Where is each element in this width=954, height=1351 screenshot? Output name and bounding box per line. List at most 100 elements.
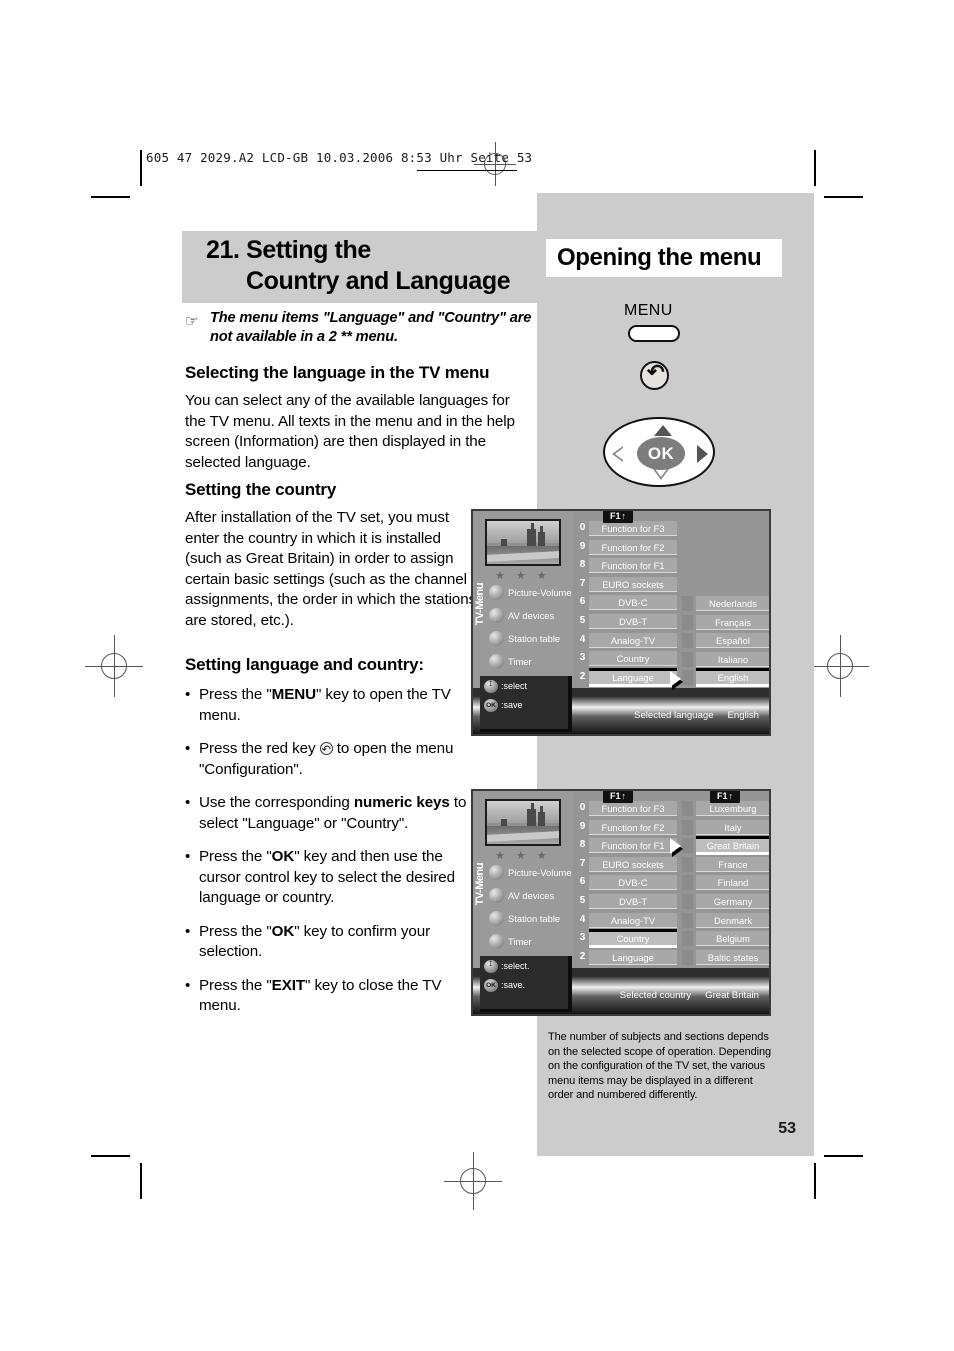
menu-row-number: 5 xyxy=(579,894,586,906)
row-tick-box xyxy=(682,670,693,686)
menu-row[interactable]: 9 Function for F2 xyxy=(577,539,677,558)
paragraph-country: After installation of the TV set, you mu… xyxy=(185,509,477,629)
menu-row-number: 9 xyxy=(579,820,586,832)
step-text-pre: Press the " xyxy=(199,922,272,940)
ok-button[interactable]: OK xyxy=(637,437,685,470)
menu-row[interactable]: 2 Language xyxy=(577,949,677,968)
menu-row[interactable]: 5 DVB-T xyxy=(577,893,677,912)
row-tick-box xyxy=(682,651,693,667)
step-list: Press the "MENU" key to open the TV menu… xyxy=(185,685,471,1030)
menu-row[interactable]: 7 EURO sockets xyxy=(577,856,677,875)
heading-selecting-language: Selecting the language in the TV menu xyxy=(185,363,490,382)
menu-row-selected-country[interactable]: 3 Country xyxy=(577,929,677,949)
menu-row[interactable]: 8 Function for F1 xyxy=(577,838,677,856)
menu-row-label: Analog-TV xyxy=(589,632,677,648)
menu-row[interactable]: Denmark xyxy=(682,912,769,931)
tv-menu-screenshot-country: F1 F1 ★ ★ ★ TV-Menu Picture-Volume A xyxy=(471,789,771,1016)
print-file-header: 605 47 2029.A2 LCD-GB 10.03.2006 8:53 Uh… xyxy=(146,150,533,165)
ok-key-icon: OK xyxy=(484,699,498,712)
tv-menu-middle-column: 0 Function for F3 9 Function for F2 8 Funct… xyxy=(577,801,677,987)
status-value: Great Britain xyxy=(705,990,759,1001)
menu-row-label: Language xyxy=(589,667,677,687)
menu-row[interactable]: Italy xyxy=(682,819,769,838)
menu-row[interactable]: 5 DVB-T xyxy=(577,613,677,632)
sidebar-item-timer[interactable]: Timer xyxy=(489,933,571,950)
menu-row-selected-great-britain[interactable]: Great Britain xyxy=(682,836,769,856)
selection-arrow-icon xyxy=(670,838,681,854)
menu-button[interactable] xyxy=(628,325,680,342)
menu-row[interactable]: Germany xyxy=(682,893,769,912)
tv-menu-screenshot-language: F1 ★ ★ ★ TV-Menu Picture-Volume AV devic xyxy=(471,509,771,736)
quality-stars: ★ ★ ★ xyxy=(495,570,551,582)
menu-row[interactable]: 0 Function for F3 xyxy=(577,801,677,819)
menu-row[interactable]: France xyxy=(682,856,769,875)
footnote: The number of subjects and sections depe… xyxy=(548,1031,771,1102)
row-tick-box xyxy=(682,949,693,965)
sidebar-item-station-table[interactable]: Station table xyxy=(489,630,571,647)
menu-row-selected-language[interactable]: 2 Language xyxy=(577,667,677,688)
menu-row-label: Country xyxy=(589,651,677,667)
sidebar-item-station-table[interactable]: Station table xyxy=(489,910,571,927)
menu-row[interactable]: Belgium xyxy=(682,931,769,949)
menu-row[interactable]: 4 Analog-TV xyxy=(577,912,677,931)
menu-row[interactable]: Luxemburg xyxy=(682,801,769,819)
menu-row[interactable]: Italiano xyxy=(682,651,769,670)
menu-row-label: Function for F2 xyxy=(589,539,677,555)
row-tick-box xyxy=(682,633,693,649)
red-back-key-icon[interactable] xyxy=(640,360,669,390)
sidebar-item-av-devices[interactable]: AV devices xyxy=(489,887,571,904)
sidebar-item-picture-volume[interactable]: Picture-Volume xyxy=(489,864,572,881)
cursor-control-pad[interactable]: OK xyxy=(603,417,715,487)
tv-menu-middle-column: 0 Function for F3 9 Function for F2 8 Funct… xyxy=(577,521,677,707)
hint-label: :save. xyxy=(501,980,526,990)
registration-mark-right xyxy=(811,635,869,697)
cursor-up-icon[interactable] xyxy=(654,425,672,436)
status-line: Selected country Great Britain xyxy=(620,990,759,1001)
menu-row[interactable]: Baltic states xyxy=(682,949,769,968)
list-item: Press the "EXIT" key to close the TV men… xyxy=(185,976,471,1017)
menu-row-label: Function for F3 xyxy=(589,801,677,816)
sidebar-item-picture-volume[interactable]: Picture-Volume xyxy=(489,584,572,601)
menu-row[interactable]: Nederlands xyxy=(682,596,769,614)
menu-row[interactable]: 8 Function for F1 xyxy=(577,558,677,576)
menu-row[interactable]: Français xyxy=(682,614,769,633)
sidebar-item-av-devices[interactable]: AV devices xyxy=(489,607,571,624)
menu-row-label: English xyxy=(696,668,769,688)
step-text-pre: Use the corresponding xyxy=(199,794,354,811)
row-tick-box xyxy=(682,931,693,947)
hint-label: :select. xyxy=(501,961,530,971)
menu-row-selected-english[interactable]: English xyxy=(682,668,769,688)
menu-row[interactable]: 6 DVB-C xyxy=(577,875,677,893)
menu-row-label: EURO sockets xyxy=(589,576,677,592)
menu-row[interactable]: 4 Analog-TV xyxy=(577,632,677,651)
bullet-orb-icon xyxy=(489,654,504,669)
bullet-orb-icon xyxy=(489,934,504,949)
step-text-bold: EXIT xyxy=(271,976,306,994)
cursor-right-icon[interactable] xyxy=(697,445,708,463)
menu-row[interactable]: 9 Function for F2 xyxy=(577,819,677,838)
menu-row-label: DVB-C xyxy=(589,595,677,611)
menu-row[interactable]: Finland xyxy=(682,875,769,893)
menu-row-label: Language xyxy=(589,949,677,965)
menu-row[interactable]: Español xyxy=(682,633,769,651)
cursor-updown-icon xyxy=(484,958,498,973)
menu-row-label: Nederlands xyxy=(696,596,769,611)
menu-row-label: Français xyxy=(696,614,769,630)
menu-row[interactable]: 0 Function for F3 xyxy=(577,521,677,539)
menu-row-label: Luxemburg xyxy=(696,801,769,816)
step-text-bold: numeric keys xyxy=(353,794,450,811)
menu-row-label: Function for F1 xyxy=(589,838,677,854)
section-title-box: Opening the menu xyxy=(546,239,782,277)
menu-row[interactable]: 6 DVB-C xyxy=(577,595,677,613)
sidebar-item-label: Timer xyxy=(508,656,532,667)
list-item: Press the "OK" key to confirm your selec… xyxy=(185,922,471,963)
f1-tab-marker: F1 xyxy=(603,511,633,523)
bullet-orb-icon xyxy=(489,585,504,600)
crop-mark-top-right-horizontal xyxy=(824,196,863,198)
sidebar-item-timer[interactable]: Timer xyxy=(489,653,571,670)
menu-row[interactable]: 3 Country xyxy=(577,651,677,669)
menu-row[interactable]: 7 EURO sockets xyxy=(577,576,677,595)
registration-mark-bottom xyxy=(444,1152,502,1210)
heading-setting-country: Setting the country xyxy=(185,480,337,499)
crop-mark-top-left-vertical xyxy=(140,150,142,186)
